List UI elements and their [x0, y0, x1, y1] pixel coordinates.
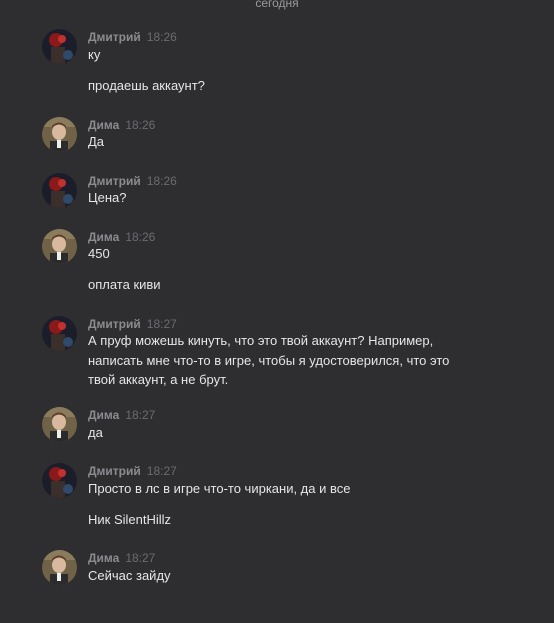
avatar-dmitriy[interactable] [42, 463, 77, 498]
author-name[interactable]: Дмитрий [88, 30, 141, 44]
message-text: ку [88, 47, 101, 62]
author-name[interactable]: Дмитрий [88, 317, 141, 331]
message-text: оплата киви [88, 277, 161, 292]
message-header: Дима 18:27 [88, 407, 155, 423]
author-name[interactable]: Дима [88, 551, 119, 565]
author-name[interactable]: Дмитрий [88, 464, 141, 478]
timestamp: 18:26 [146, 174, 177, 188]
avatar-dima[interactable] [42, 407, 77, 442]
timestamp: 18:27 [146, 317, 177, 331]
message-text: Ник SilentHillz [88, 512, 172, 527]
avatar-dima[interactable] [42, 229, 77, 264]
timestamp: 18:26 [125, 118, 156, 132]
avatar-dima[interactable] [42, 117, 77, 152]
message-text: Цена? [88, 190, 127, 205]
message-header: Дима 18:27 [88, 550, 155, 566]
message-header: Дима 18:26 [88, 117, 155, 133]
message-text: да [88, 425, 103, 440]
message-text: Просто в лс в игре что-то чиркани, да и … [88, 481, 351, 496]
avatar-dmitriy[interactable] [42, 173, 77, 208]
timestamp: 18:27 [146, 464, 177, 478]
message-text: 450 [88, 246, 110, 261]
message-text: продаешь аккаунт? [88, 78, 205, 93]
timestamp: 18:27 [125, 551, 156, 565]
message-text: А пруф можешь кинуть, что это твой аккау… [88, 333, 450, 387]
timestamp: 18:26 [125, 230, 156, 244]
avatar-dima[interactable] [42, 550, 77, 585]
avatar-dmitriy[interactable] [42, 316, 77, 351]
author-name[interactable]: Дима [88, 408, 119, 422]
message-header: Дмитрий 18:27 [88, 463, 177, 479]
author-name[interactable]: Дмитрий [88, 174, 141, 188]
message-header: Дмитрий 18:27 [88, 316, 177, 332]
timestamp: 18:27 [125, 408, 156, 422]
avatar-dmitriy[interactable] [42, 29, 77, 64]
message-header: Дима 18:26 [88, 229, 155, 245]
message-text: Да [88, 134, 105, 149]
timestamp: 18:26 [146, 30, 177, 44]
chat-window: сегодня Дмитрий 18:26 ку продаешь аккаунт… [0, 0, 554, 623]
author-name[interactable]: Дима [88, 230, 119, 244]
message-text: Сейчас зайду [88, 568, 171, 583]
author-name[interactable]: Дима [88, 118, 119, 132]
day-divider: сегодня [255, 0, 299, 10]
message-header: Дмитрий 18:26 [88, 29, 177, 45]
message-header: Дмитрий 18:26 [88, 173, 177, 189]
